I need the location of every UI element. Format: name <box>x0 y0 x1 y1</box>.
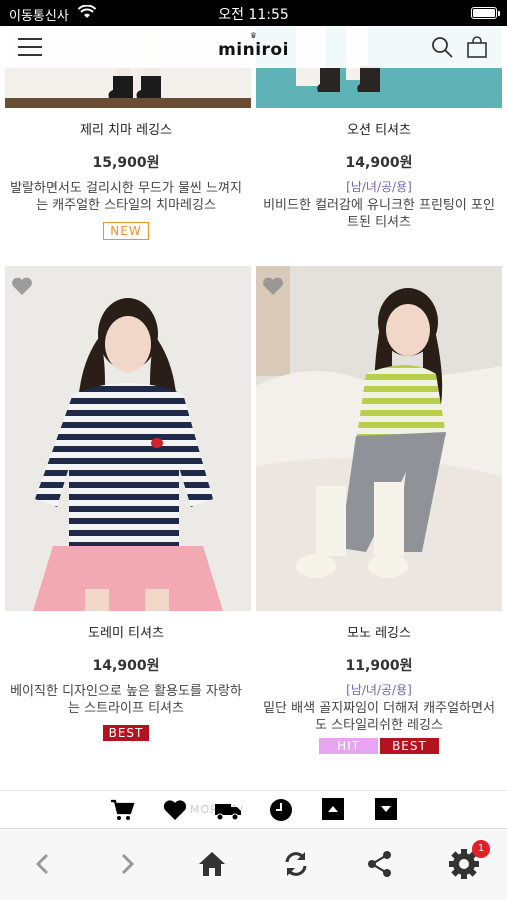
product-price: 14,900원 <box>92 658 160 674</box>
cart-icon[interactable] <box>109 797 135 823</box>
product-description: 비비드한 컬러감에 유니크한 프린팅이 포인트된 티셔츠 <box>263 198 495 230</box>
product-unisex-tag: [남/녀/공/용] <box>346 683 412 697</box>
product-image-mono-leggings[interactable] <box>256 266 502 611</box>
home-icon[interactable] <box>195 847 229 881</box>
product-description: 베이직한 디자인으로 높은 활용도를 자랑하는 스트라이프 티셔츠 <box>10 684 242 716</box>
product-description: 발랄하면서도 걸리시한 무드가 물씬 느껴지는 캐주얼한 스타일의 치마레깅스 <box>10 181 242 213</box>
top-header: ♛ miniroi <box>0 26 507 68</box>
share-icon[interactable] <box>363 847 397 881</box>
product-card-doremi-tshirt[interactable]: 도레미 티셔츠 14,900원 베이직한 디자인으로 높은 활용도를 자랑하는 … <box>0 622 252 743</box>
forward-icon[interactable] <box>110 847 144 881</box>
heart-icon[interactable] <box>162 797 188 823</box>
wishlist-heart-icon[interactable] <box>262 276 284 296</box>
product-name: 제리 치마 레깅스 <box>80 123 172 138</box>
badge-best: BEST <box>102 725 150 741</box>
quick-action-bar: MORE 1/ <box>0 790 507 828</box>
product-price: 14,900원 <box>345 155 413 171</box>
product-price: 15,900원 <box>92 155 160 171</box>
badge-new: NEW <box>103 222 149 240</box>
scroll-down-icon[interactable] <box>374 797 400 823</box>
battery-icon <box>471 7 500 19</box>
product-name: 모노 레깅스 <box>347 626 411 641</box>
product-card-mono-leggings[interactable]: 모노 레깅스 11,900원 [남/녀/공/용] 밑단 배색 골지짜임이 더해져… <box>253 622 505 756</box>
truck-icon[interactable] <box>214 797 241 823</box>
wishlist-heart-icon[interactable] <box>11 276 33 296</box>
product-name: 오션 티셔츠 <box>347 123 411 138</box>
product-price: 11,900원 <box>345 658 413 674</box>
product-card-ocean-tshirt[interactable]: 오션 티셔츠 14,900원 [남/녀/공/용] 비비드한 컬러감에 유니크한 … <box>253 119 505 231</box>
product-name: 도레미 티셔츠 <box>88 626 164 641</box>
product-unisex-tag: [남/녀/공/용] <box>346 180 412 194</box>
scroll-up-icon[interactable] <box>321 797 347 823</box>
badge-row: NEW <box>0 222 252 240</box>
clock-icon[interactable] <box>268 797 294 823</box>
product-grid: 제리 치마 레깅스 15,900원 발랄하면서도 걸리시한 무드가 물씬 느껴지… <box>0 0 507 790</box>
shopping-bag-icon[interactable] <box>466 36 488 58</box>
status-bar: 이동통신사 오전 11:55 <box>0 0 507 26</box>
clock-time: 오전 11:55 <box>218 7 289 23</box>
badge-hit: HIT <box>319 738 379 754</box>
refresh-icon[interactable] <box>279 847 313 881</box>
back-icon[interactable] <box>26 847 60 881</box>
badge-row: BEST <box>0 725 252 743</box>
badge-best: BEST <box>380 738 439 754</box>
product-image-doremi-tshirt[interactable] <box>5 266 251 611</box>
bottom-navigation <box>0 828 507 900</box>
notification-badge: 1 <box>472 840 490 858</box>
search-icon[interactable] <box>431 36 453 58</box>
product-description: 밑단 배색 골지짜임이 더해져 캐주얼하면서도 스타일리쉬한 레깅스 <box>263 701 495 733</box>
product-card-jerry-leggings[interactable]: 제리 치마 레깅스 15,900원 발랄하면서도 걸리시한 무드가 물씬 느껴지… <box>0 119 252 240</box>
badge-row: HIT BEST <box>253 738 505 756</box>
